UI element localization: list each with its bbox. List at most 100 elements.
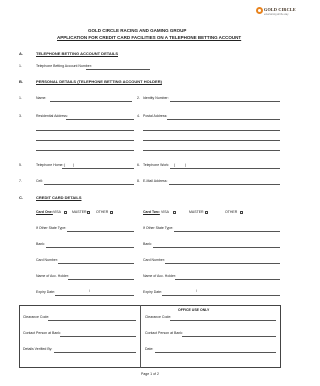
card-two-bank-field[interactable] — [153, 247, 280, 248]
identity-field[interactable] — [170, 101, 280, 102]
residential-line-1[interactable] — [66, 119, 134, 120]
logo-text: GOLD CIRCLE — [264, 7, 296, 12]
identity-num: 2. — [137, 96, 140, 100]
section-c-title: CREDIT CARD DETAILS — [36, 195, 82, 200]
card-two-other: OTHER — [225, 210, 238, 214]
card-one-expiry-label: Expiry Date: — [36, 290, 56, 294]
postal-line-2[interactable] — [143, 130, 280, 131]
contact-left-label: Contact Person at Bank: — [23, 331, 61, 335]
account-number-field[interactable] — [86, 69, 150, 70]
card-two-holder-field[interactable] — [175, 279, 280, 280]
card-two-master-checkbox[interactable] — [205, 211, 208, 214]
residential-line-2[interactable] — [36, 130, 134, 131]
card-one-master: MASTER — [72, 210, 87, 214]
page-number: Page 1 of 2 — [141, 372, 159, 376]
verified-by-label: Details Verified By: — [23, 347, 53, 351]
postal-num: 4. — [137, 114, 140, 118]
card-one-bank-label: Bank: — [36, 242, 45, 246]
email-num: 8. — [137, 179, 140, 183]
card-two-expiry-field[interactable] — [162, 295, 280, 296]
identity-label: Identity Number: — [143, 96, 169, 100]
tel-work-paren-open: ( — [174, 163, 176, 167]
account-number-num: 1. — [19, 64, 22, 68]
residential-line-3[interactable] — [36, 140, 134, 141]
card-two-bank-label: Bank: — [143, 242, 152, 246]
gold-circle-logo: GOLD CIRCLE entertaining all the way — [256, 7, 296, 25]
contact-right-label: Contact Person at Bank: — [145, 331, 183, 335]
contact-right-field[interactable] — [182, 336, 276, 337]
tel-home-paren-open: ( — [64, 163, 66, 167]
section-a-title: TELEPHONE BETTING ACCOUNT DETAILS — [36, 51, 118, 56]
application-form-page: GOLD CIRCLE entertaining all the way GOL… — [0, 0, 298, 386]
tel-work-label: Telephone Work: — [143, 163, 170, 167]
tel-home-paren-close: ) — [73, 163, 75, 167]
card-two-master: MASTER — [189, 210, 204, 214]
card-two-number-label: Card Number: — [143, 258, 165, 262]
tel-home-label: Telephone Home: — [36, 163, 64, 167]
email-field[interactable] — [169, 184, 280, 185]
card-one-other-state-label: If Other State Type: — [36, 226, 67, 230]
cell-label: Cell: — [36, 179, 44, 183]
section-c-letter: C. — [19, 195, 23, 200]
cell-num: 7. — [19, 179, 22, 183]
card-one-expiry-slash: / — [89, 289, 90, 293]
clearance-code-left-label: Clearance Code: — [23, 315, 50, 319]
postal-label: Postal Address: — [143, 114, 168, 118]
date-field[interactable] — [155, 352, 276, 353]
date-label: Date: — [145, 347, 154, 351]
card-one-master-checkbox[interactable] — [87, 211, 90, 214]
section-b-letter: B. — [19, 79, 23, 84]
card-one-expiry-field[interactable] — [55, 295, 134, 296]
card-two-label: Card Two: — [143, 210, 160, 214]
clearance-code-left-field[interactable] — [48, 320, 136, 321]
card-one-number-label: Card Number: — [36, 258, 58, 262]
card-one-visa: VISA — [53, 210, 61, 214]
postal-line-1[interactable] — [167, 119, 280, 120]
clearance-code-right-label: Clearance Code: — [145, 315, 172, 319]
logo-tagline: entertaining all the way — [264, 13, 289, 16]
office-use-title: OFFICE USE ONLY — [178, 308, 210, 312]
card-two-visa: VISA — [161, 210, 169, 214]
card-two-other-checkbox[interactable] — [240, 211, 243, 214]
card-two-holder-label: Name of Acc. Holder: — [143, 274, 177, 278]
card-one-other-state-field[interactable] — [67, 231, 134, 232]
tel-home-num: 5. — [19, 163, 22, 167]
title-line-1: GOLD CIRCLE RACING AND GAMING GROUP — [88, 28, 187, 33]
postal-line-4[interactable] — [143, 150, 280, 151]
card-two-other-state-label: If Other State Type: — [143, 226, 174, 230]
card-one-label: Card One: — [36, 210, 53, 214]
account-number-label: Telephone Betting Account Number: — [36, 64, 92, 68]
card-two-expiry-label: Expiry Date: — [143, 290, 163, 294]
title-line-2: APPLICATION FOR CREDIT CARD FACILITIES O… — [57, 35, 242, 40]
card-one-other-checkbox[interactable] — [110, 211, 113, 214]
office-use-divider — [140, 305, 141, 368]
verified-by-field[interactable] — [54, 352, 136, 353]
card-one-other: OTHER — [96, 210, 109, 214]
contact-left-field[interactable] — [60, 336, 136, 337]
residential-num: 3. — [19, 114, 22, 118]
section-a-letter: A. — [19, 51, 23, 56]
tel-home-field[interactable] — [62, 168, 134, 169]
tel-work-field[interactable] — [170, 168, 280, 169]
name-field[interactable] — [50, 101, 132, 102]
card-one-holder-field[interactable] — [68, 279, 134, 280]
residential-line-4[interactable] — [36, 150, 134, 151]
card-one-holder-label: Name of Acc. Holder: — [36, 274, 70, 278]
email-label: E-Mail Address: — [143, 179, 168, 183]
card-one-visa-checkbox[interactable] — [64, 211, 67, 214]
name-label: Name: — [36, 96, 47, 100]
postal-line-3[interactable] — [143, 140, 280, 141]
cell-field[interactable] — [44, 184, 134, 185]
card-one-number-field[interactable] — [58, 263, 134, 264]
name-num: 1. — [19, 96, 22, 100]
tel-work-num: 6. — [137, 163, 140, 167]
logo-mark-inner-icon — [258, 9, 261, 12]
card-two-visa-checkbox[interactable] — [173, 211, 176, 214]
section-b-title: PERSONAL DETAILS (TELEPHONE BETTING ACCO… — [36, 79, 162, 84]
clearance-code-right-field[interactable] — [170, 320, 276, 321]
card-two-expiry-slash: / — [196, 289, 197, 293]
card-one-bank-field[interactable] — [46, 247, 134, 248]
residential-label: Residential Address: — [36, 114, 68, 118]
card-two-other-state-field[interactable] — [174, 231, 280, 232]
card-two-number-field[interactable] — [165, 263, 280, 264]
